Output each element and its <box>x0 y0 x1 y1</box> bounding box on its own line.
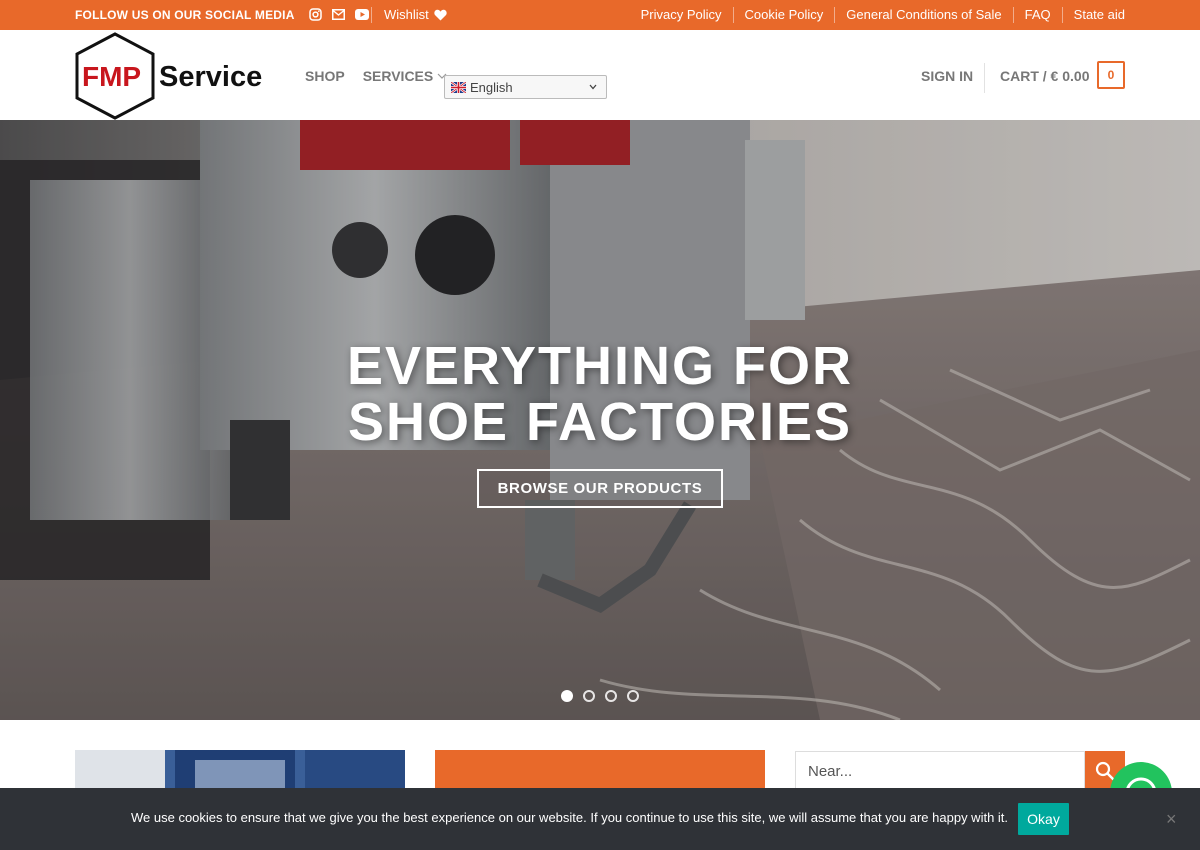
logo[interactable]: FMP Service <box>75 32 270 120</box>
slider-dot-4[interactable] <box>627 690 639 702</box>
social-icons <box>308 7 369 22</box>
cart-count-badge[interactable]: 0 <box>1097 61 1125 89</box>
wishlist-link[interactable]: Wishlist <box>384 7 447 22</box>
cookie-notice: We use cookies to ensure that we give yo… <box>0 788 1200 850</box>
slider-dot-1[interactable] <box>561 690 573 702</box>
logo-fmp-text: FMP <box>82 61 141 92</box>
top-bar: FOLLOW US ON OUR SOCIAL MEDIA Wishlist P… <box>0 0 1200 30</box>
nav-shop-label: SHOP <box>305 68 345 84</box>
state-aid-link[interactable]: State aid <box>1061 7 1125 23</box>
language-label: English <box>470 79 513 95</box>
wishlist-label: Wishlist <box>384 7 429 22</box>
youtube-icon[interactable] <box>354 7 369 22</box>
chevron-down-icon <box>589 84 597 90</box>
cart-link[interactable]: CART / € 0.00 <box>1000 68 1089 84</box>
sign-in-link[interactable]: SIGN IN <box>921 68 973 84</box>
nav-shop[interactable]: SHOP <box>305 68 345 84</box>
slider-dots <box>561 690 639 702</box>
language-select[interactable]: English <box>444 75 607 99</box>
cookie-ok-button[interactable]: Okay <box>1018 803 1069 835</box>
site-header: FMP Service SHOP SERVICES English SIGN I… <box>0 30 1200 120</box>
nav-services-label: SERVICES <box>362 68 434 84</box>
conditions-of-sale-link[interactable]: General Conditions of Sale <box>834 7 1012 23</box>
envelope-icon[interactable] <box>331 7 346 22</box>
cookie-policy-link[interactable]: Cookie Policy <box>732 7 835 23</box>
slider-dot-3[interactable] <box>605 690 617 702</box>
cookie-message: We use cookies to ensure that we give yo… <box>131 810 1009 825</box>
close-icon[interactable]: × <box>1166 809 1177 830</box>
browse-products-button[interactable]: BROWSE OUR PRODUCTS <box>477 469 723 508</box>
search-box: Near... <box>795 751 1125 791</box>
topbar-links: Privacy Policy Cookie Policy General Con… <box>630 7 1125 23</box>
nav-services[interactable]: SERVICES <box>363 68 448 84</box>
hero-title-line-1: EVERYTHING FOR <box>346 336 854 396</box>
social-media-label: FOLLOW US ON OUR SOCIAL MEDIA <box>75 8 295 22</box>
hero-slider: EVERYTHING FOR SHOE FACTORIES BROWSE OUR… <box>0 120 1200 720</box>
logo-service-text: Service <box>159 61 262 93</box>
search-input[interactable]: Near... <box>795 751 1085 791</box>
faq-link[interactable]: FAQ <box>1012 7 1062 23</box>
hero-title-line-2: SHOE FACTORIES <box>347 392 853 452</box>
privacy-policy-link[interactable]: Privacy Policy <box>630 7 733 23</box>
main-nav: SHOP SERVICES <box>305 68 447 84</box>
heart-icon <box>434 9 447 20</box>
header-divider <box>984 63 985 93</box>
slider-dot-2[interactable] <box>583 690 595 702</box>
uk-flag-icon <box>451 81 466 93</box>
instagram-icon[interactable] <box>308 7 323 22</box>
hero-title: EVERYTHING FOR SHOE FACTORIES <box>0 338 1200 450</box>
topbar-divider <box>371 7 372 23</box>
